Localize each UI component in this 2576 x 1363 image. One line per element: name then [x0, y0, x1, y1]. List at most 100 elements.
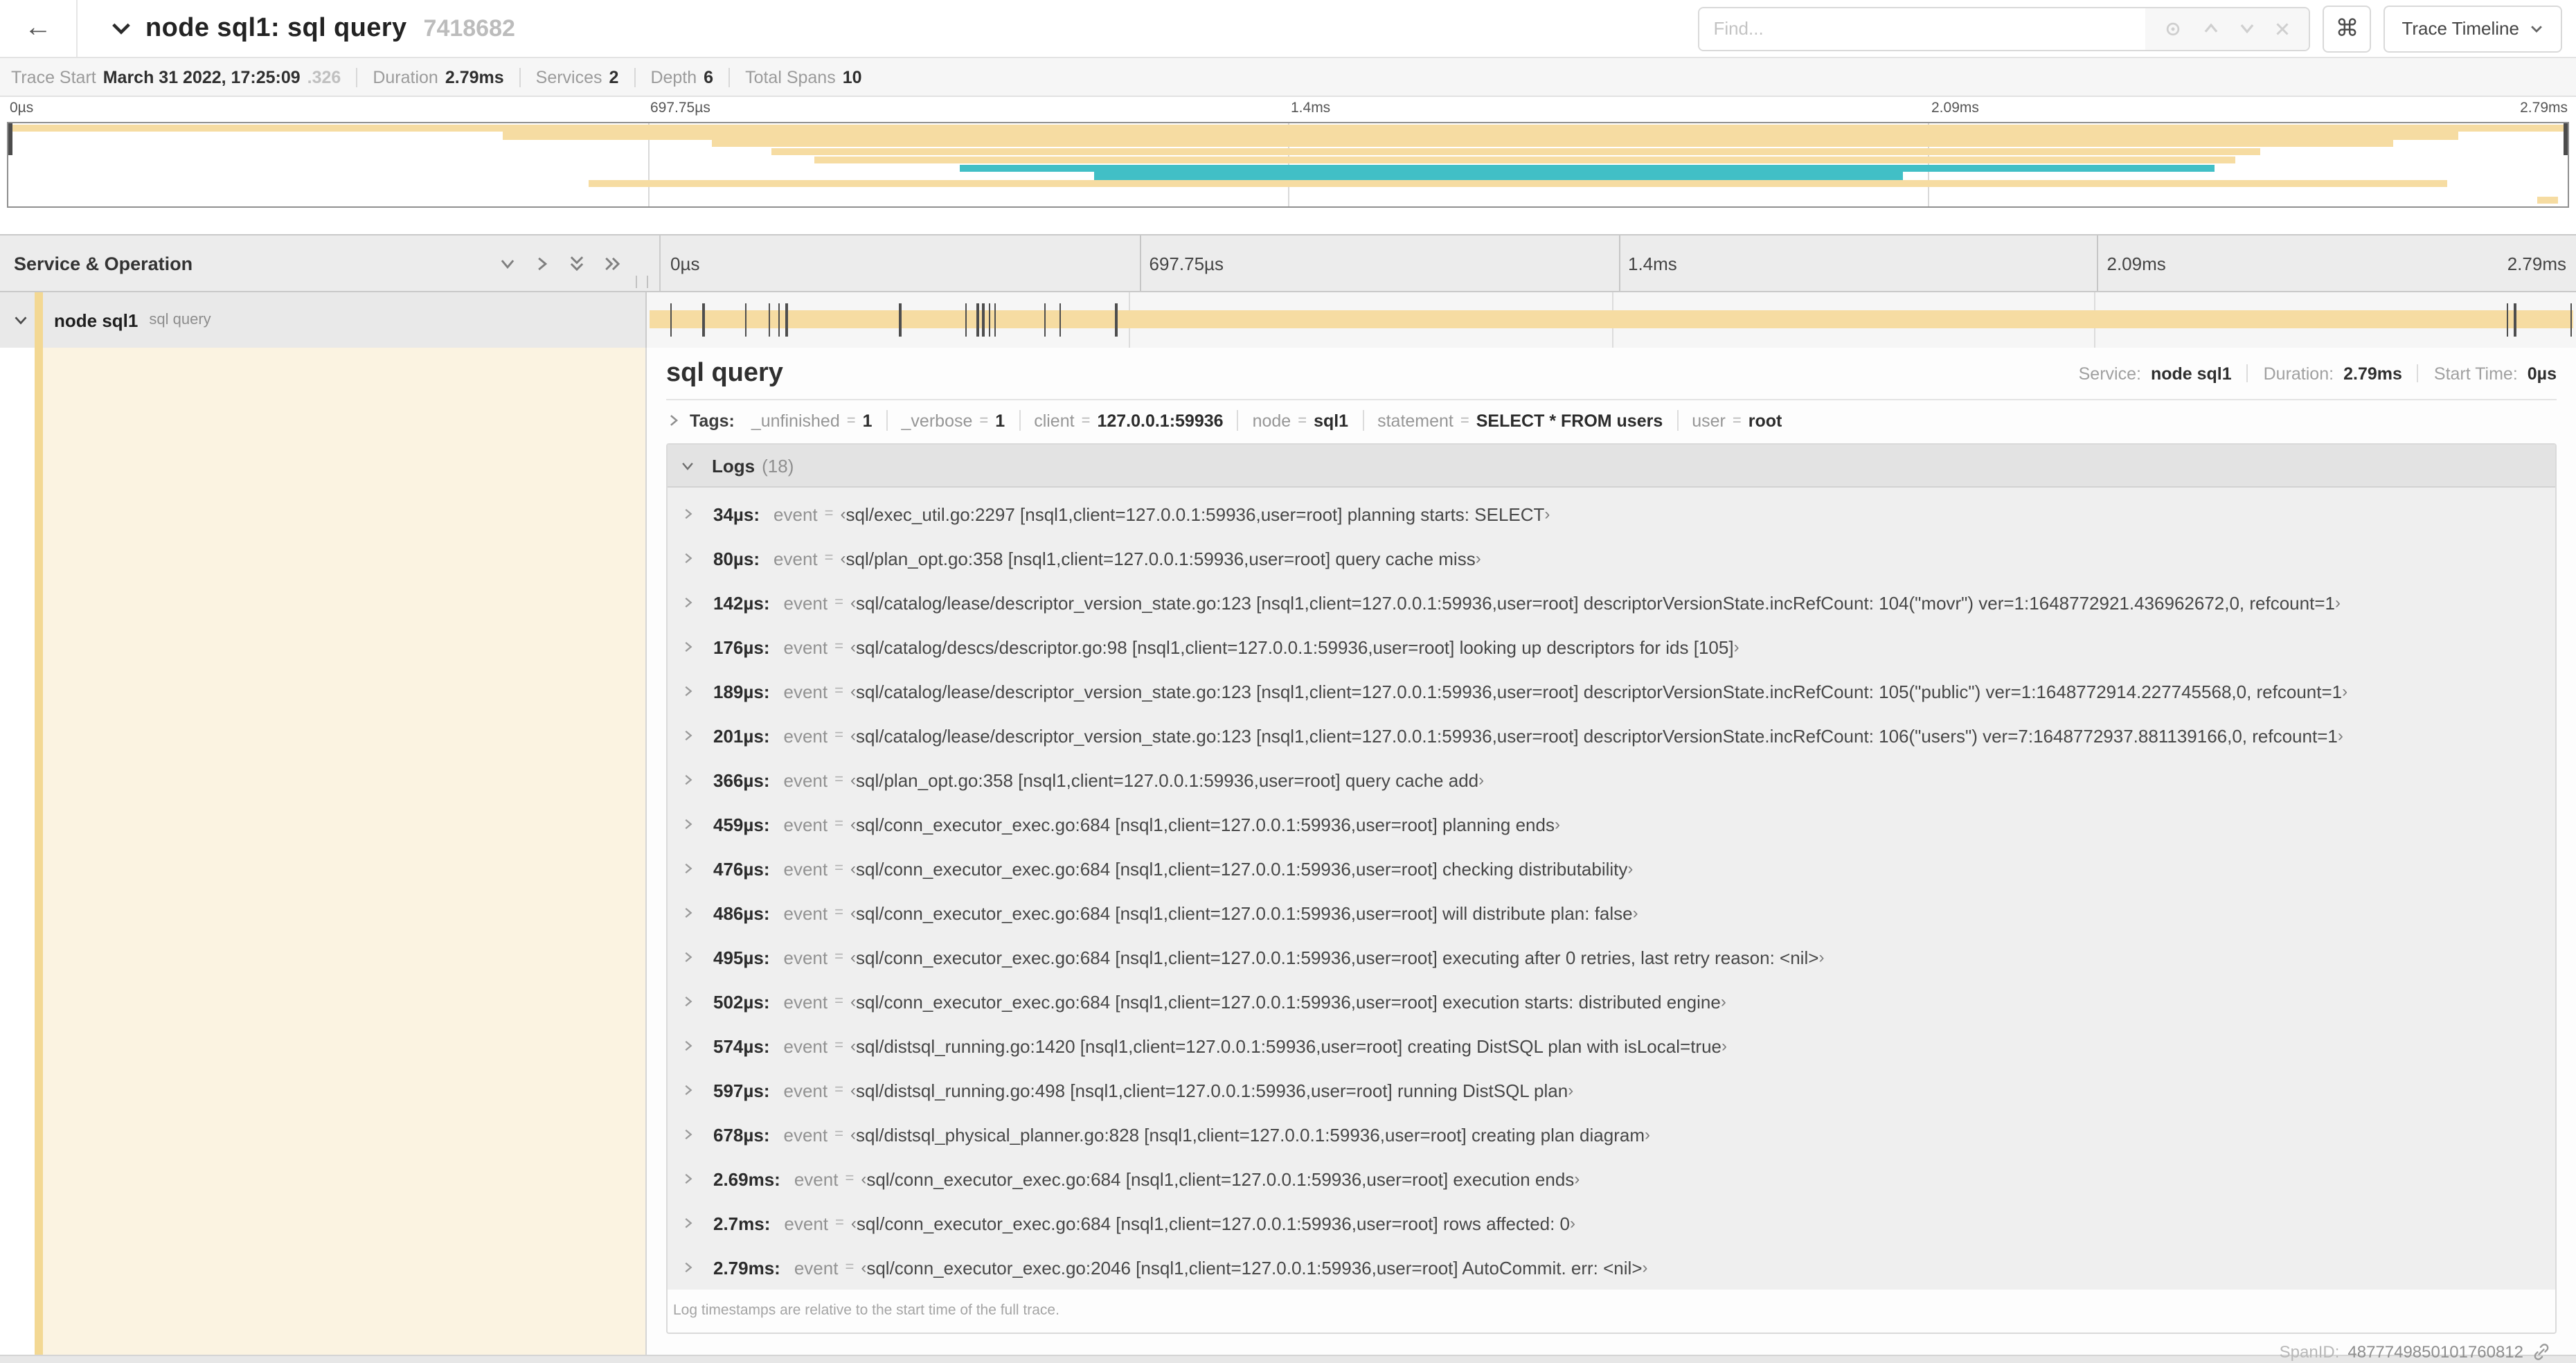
chevron-down-icon	[680, 458, 695, 473]
span-row[interactable]: node sql1 sql query	[0, 292, 2576, 348]
chevron-right-icon	[681, 640, 695, 654]
tag-key: _unfinished	[751, 411, 840, 430]
focus-target-icon[interactable]	[2164, 19, 2183, 38]
find-input[interactable]	[1699, 8, 2146, 49]
log-row[interactable]: 142µs: event = ‹ sql/catalog/lease/descripto…	[668, 580, 2555, 625]
log-row[interactable]: 678µs: event = ‹ sql/distsql_physical_planne…	[668, 1112, 2555, 1157]
close-angle-quote: ›	[2337, 726, 2343, 745]
ruler-tick-label: 697.75µs	[1149, 253, 1224, 274]
span-timeline-track[interactable]	[647, 292, 2576, 348]
log-row[interactable]: 176µs: event = ‹ sql/catalog/descs/descripto…	[668, 625, 2555, 669]
summary-label: Duration	[373, 67, 438, 87]
log-row[interactable]: 34µs: event = ‹ sql/exec_util.go:2297 [nsql1…	[668, 492, 2555, 536]
log-marker-tick	[1059, 303, 1062, 337]
collapse-all-icon[interactable]	[568, 253, 586, 274]
log-timestamp: 2.79ms:	[713, 1257, 780, 1278]
minimap-span-bar	[502, 132, 2458, 140]
span-duration-bar[interactable]	[650, 310, 2573, 328]
trace-title-wrap[interactable]: node sql1: sql query 7418682	[111, 13, 515, 44]
minimap-left-scrubber-handle[interactable]	[8, 123, 12, 155]
ruler-tick-label: 0µs	[670, 253, 700, 274]
open-angle-quote: ‹	[840, 549, 846, 568]
chevron-right-icon	[681, 773, 695, 787]
summary-value: 6	[704, 67, 714, 87]
open-angle-quote: ‹	[850, 637, 856, 657]
log-field-key: event	[783, 947, 828, 968]
open-angle-quote: ‹	[850, 1125, 856, 1144]
equals-sign: =	[834, 816, 843, 832]
tags-row-toggle[interactable]: Tags: _unfinished = 1 _verbose = 1 client = 127.…	[666, 400, 2557, 440]
log-row[interactable]: 597µs: event = ‹ sql/distsql_running.go:498 …	[668, 1068, 2555, 1112]
log-row[interactable]: 459µs: event = ‹ sql/conn_executor_exec.go:6…	[668, 802, 2555, 846]
open-angle-quote: ‹	[850, 726, 856, 745]
close-angle-quote: ›	[1645, 1125, 1650, 1144]
log-timestamp: 476µs:	[713, 858, 770, 879]
chevron-right-icon	[681, 1172, 695, 1186]
log-row[interactable]: 2.69ms: event = ‹ sql/conn_executor_exec.go:…	[668, 1157, 2555, 1201]
divider	[2246, 364, 2248, 382]
ruler-tick-label: 2.79ms	[2507, 253, 2566, 274]
trace-view-selector[interactable]: Trace Timeline	[2383, 5, 2562, 52]
expand-all-icon[interactable]	[602, 254, 623, 272]
expand-one-icon[interactable]	[533, 254, 551, 272]
log-marker-tick	[785, 303, 788, 337]
tag-value: 1	[862, 411, 873, 430]
log-marker-tick	[982, 303, 985, 337]
ruler-tick-label: 1.4ms	[1628, 253, 1677, 274]
span-name-column[interactable]: node sql1 sql query	[0, 292, 647, 348]
equals-sign: =	[835, 1215, 844, 1231]
ruler-gridline	[1139, 235, 1141, 291]
keyboard-shortcuts-button[interactable]: ⌘	[2323, 5, 2372, 52]
collapse-one-icon[interactable]	[499, 254, 517, 272]
command-icon: ⌘	[2335, 15, 2359, 41]
log-row[interactable]: 2.79ms: event = ‹ sql/conn_executor_exec.go:…	[668, 1245, 2555, 1290]
view-selector-label: Trace Timeline	[2401, 18, 2519, 39]
log-row[interactable]: 366µs: event = ‹ sql/plan_opt.go:358 [nsql1,…	[668, 758, 2555, 802]
equals-sign: =	[834, 1037, 843, 1054]
log-row[interactable]: 486µs: event = ‹ sql/conn_executor_exec.go:6…	[668, 891, 2555, 935]
chevron-right-icon	[681, 995, 695, 1008]
chevron-down-icon[interactable]	[12, 312, 29, 328]
find-prev-icon[interactable]	[2201, 19, 2219, 37]
trace-page: ← node sql1: sql query 7418682 Find... ⌘…	[0, 0, 2576, 1363]
column-resizer-grip[interactable]	[636, 276, 648, 288]
log-row[interactable]: 80µs: event = ‹ sql/plan_opt.go:358 [nsql1,c…	[668, 536, 2555, 580]
find-next-icon[interactable]	[2238, 19, 2256, 37]
logs-header-toggle[interactable]: Logs (18)	[668, 445, 2555, 488]
log-field-value: sql/conn_executor_exec.go:2046 [nsql1,cl…	[866, 1257, 1643, 1278]
equals-sign: =	[979, 412, 989, 429]
back-button[interactable]: ←	[0, 0, 78, 57]
log-row[interactable]: 495µs: event = ‹ sql/conn_executor_exec.go:6…	[668, 935, 2555, 979]
log-field-value: sql/conn_executor_exec.go:684 [nsql1,cli…	[856, 902, 1633, 923]
open-angle-quote: ‹	[850, 992, 856, 1011]
tag-key: client	[1034, 411, 1075, 430]
log-row[interactable]: 574µs: event = ‹ sql/distsql_running.go:1420…	[668, 1024, 2555, 1068]
log-row[interactable]: 189µs: event = ‹ sql/catalog/lease/descripto…	[668, 669, 2555, 713]
minimap-canvas[interactable]	[7, 122, 2569, 208]
log-marker-tick	[965, 303, 967, 337]
divider	[1362, 410, 1364, 431]
log-marker-tick	[1044, 303, 1046, 337]
service-label: Service:	[2078, 364, 2141, 383]
tag-key: node	[1252, 411, 1291, 430]
ruler-gridline	[2097, 235, 2099, 291]
equals-sign: =	[1298, 412, 1307, 429]
log-row[interactable]: 2.7ms: event = ‹ sql/conn_executor_exec.go:6…	[668, 1201, 2555, 1245]
log-row[interactable]: 502µs: event = ‹ sql/conn_executor_exec.go:6…	[668, 979, 2555, 1024]
close-angle-quote: ›	[1544, 504, 1550, 524]
span-detail-title: sql query	[666, 358, 783, 387]
summary-label: Services	[535, 67, 602, 87]
duration-label: Duration:	[2263, 364, 2334, 383]
link-icon[interactable]	[2532, 1342, 2551, 1362]
chevron-right-icon	[681, 729, 695, 742]
chevron-right-icon	[681, 1128, 695, 1141]
timeline-ruler: 0µs 697.75µs 1.4ms 2.09ms 2.79ms	[661, 235, 2576, 291]
open-angle-quote: ‹	[850, 903, 856, 923]
minimap-span-bar	[8, 124, 2568, 132]
log-field-key: event	[783, 991, 828, 1012]
minimap-right-scrubber-handle[interactable]	[2564, 123, 2568, 155]
log-row[interactable]: 201µs: event = ‹ sql/catalog/lease/descripto…	[668, 713, 2555, 758]
log-row[interactable]: 476µs: event = ‹ sql/conn_executor_exec.go:6…	[668, 846, 2555, 891]
clear-find-icon[interactable]	[2274, 20, 2291, 37]
divider	[519, 67, 521, 87]
